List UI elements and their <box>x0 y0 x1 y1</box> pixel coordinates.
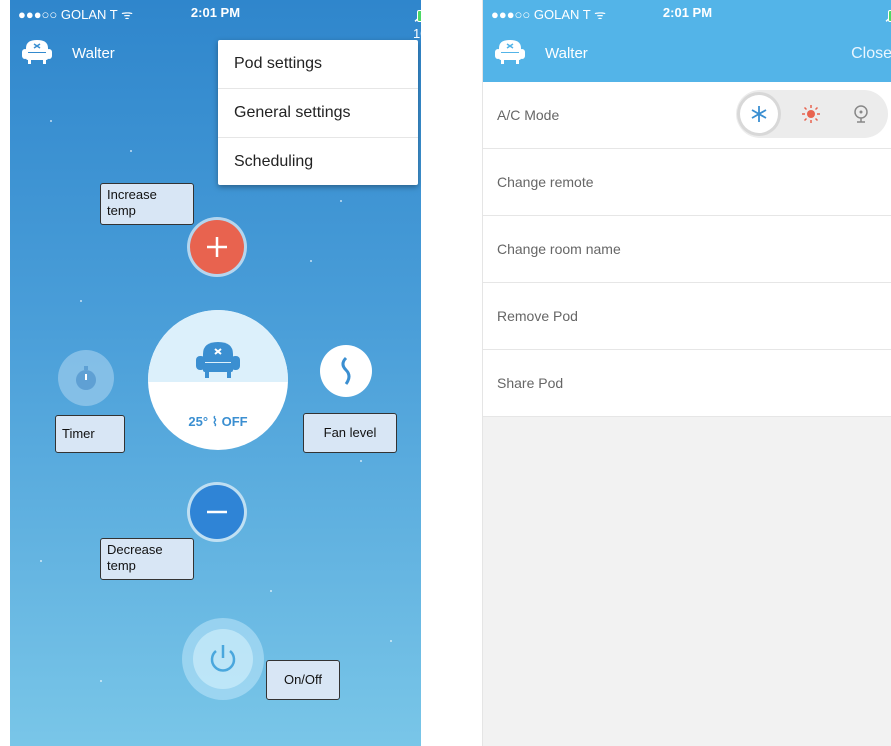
snowflake-icon <box>751 106 767 122</box>
close-button[interactable]: Close <box>851 45 891 63</box>
list-item-share-pod[interactable]: Share Pod <box>483 350 891 417</box>
star-decoration <box>360 460 362 462</box>
carrier-text: ●●●○○ GOLAN T ᯤ <box>491 7 606 22</box>
callout-timer: Timer <box>55 415 125 453</box>
left-screen: ●●●○○ GOLAN T ᯤ 2:01 PM ➚ ✱ 100% Walter … <box>10 0 421 746</box>
power-icon <box>210 645 236 672</box>
star-decoration <box>80 300 82 302</box>
dial-readout: 25° ⌇ OFF <box>148 414 288 430</box>
carrier-text: ●●●○○ GOLAN T ᯤ <box>18 7 133 22</box>
star-decoration <box>50 120 52 122</box>
star-decoration <box>310 260 312 262</box>
callout-on-off: On/Off <box>266 660 340 700</box>
timer-button[interactable] <box>58 350 114 406</box>
fan-level-icon <box>341 356 351 385</box>
fan-level-button[interactable] <box>320 345 372 397</box>
callout-decrease-temp: Decrease temp <box>100 538 194 580</box>
fan-state-value: ⌇ OFF <box>211 414 248 429</box>
star-decoration <box>40 560 42 562</box>
armchair-icon[interactable] <box>493 34 527 68</box>
stopwatch-icon <box>76 366 96 390</box>
list-item-ac-mode: A/C Mode <box>483 82 891 149</box>
star-decoration <box>340 200 342 202</box>
power-button-inner <box>193 629 253 689</box>
menu-item-pod-settings[interactable]: Pod settings <box>218 40 418 89</box>
list-item-change-room-name[interactable]: Change room name <box>483 216 891 283</box>
decrease-temp-button[interactable] <box>190 485 244 539</box>
minus-icon <box>207 510 227 514</box>
room-title: Walter <box>72 45 115 62</box>
star-decoration <box>390 640 392 642</box>
right-screen: ●●●○○ GOLAN T ᯤ 2:01 PM ➚ ✱ 100% Walter … <box>482 0 891 746</box>
star-decoration <box>100 680 102 682</box>
star-decoration <box>130 150 132 152</box>
menu-item-scheduling[interactable]: Scheduling <box>218 138 418 186</box>
fan-icon <box>854 105 868 123</box>
star-decoration <box>270 590 272 592</box>
callout-increase-temp: Increase temp <box>100 183 194 225</box>
armchair-icon[interactable] <box>20 34 54 68</box>
list-item-remove-pod[interactable]: Remove Pod <box>483 283 891 350</box>
menu-item-general-settings[interactable]: General settings <box>218 89 418 138</box>
list-item-change-remote[interactable]: Change remote <box>483 149 891 216</box>
mode-cool-button[interactable] <box>740 95 778 133</box>
increase-temp-button[interactable] <box>190 220 244 274</box>
battery-icon <box>417 10 421 22</box>
armchair-icon <box>196 342 240 378</box>
clock-text: 2:01 PM <box>190 5 241 20</box>
power-button[interactable] <box>182 618 264 700</box>
ac-mode-selector <box>736 90 888 138</box>
pod-settings-list: A/C Mode Change remote Change room name … <box>483 82 891 417</box>
clock-text: 2:01 PM <box>662 5 713 20</box>
app-header: Walter Close <box>483 24 891 82</box>
temperature-value: 25° <box>188 414 209 429</box>
room-title: Walter <box>545 45 588 62</box>
list-item-label: A/C Mode <box>497 107 560 123</box>
mode-fan-button[interactable] <box>842 95 880 133</box>
status-bar: ●●●○○ GOLAN T ᯤ 2:01 PM ➚ ✱ 100% <box>483 0 891 41</box>
callout-fan-level: Fan level <box>303 413 397 453</box>
status-bar: ●●●○○ GOLAN T ᯤ 2:01 PM ➚ ✱ 100% <box>10 0 421 41</box>
temperature-dial[interactable]: 25° ⌇ OFF <box>148 310 288 450</box>
plus-icon <box>207 237 227 257</box>
mode-heat-button[interactable] <box>792 95 830 133</box>
overflow-menu: Pod settings General settings Scheduling <box>218 40 418 185</box>
sun-icon <box>802 105 820 123</box>
